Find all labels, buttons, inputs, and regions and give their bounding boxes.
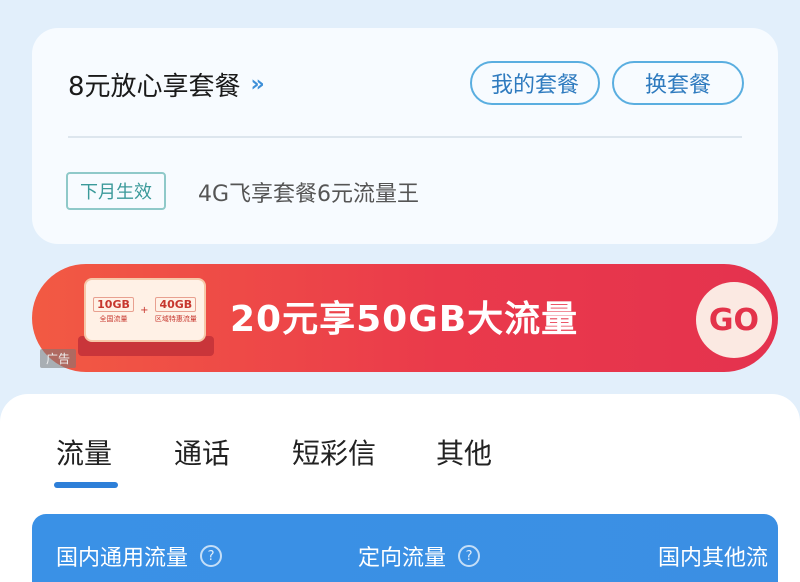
coupon-national-label: 全国流量 <box>99 314 128 323</box>
domestic-general-data: 国内通用流量 ? <box>56 540 223 572</box>
tab-calls[interactable]: 通话 <box>174 432 230 472</box>
domestic-other-data: 国内其他流 <box>658 540 768 572</box>
directed-data: 定向流量 ? <box>358 540 481 572</box>
usage-section: 流量 通话 短彩信 其他 国内通用流量 ? 定向流量 ? 国内其他流 <box>0 394 800 582</box>
coupon-regional-label: 区域特惠流量 <box>154 314 197 323</box>
my-plan-button[interactable]: 我的套餐 <box>470 61 600 105</box>
double-chevron-right-icon: » <box>250 72 265 97</box>
question-circle-icon[interactable]: ? <box>200 545 223 567</box>
directed-data-label: 定向流量 <box>358 546 447 571</box>
current-plan-link[interactable]: 8元放心享套餐 » <box>68 66 265 103</box>
next-month-badge: 下月生效 <box>66 172 166 210</box>
change-plan-button[interactable]: 换套餐 <box>612 61 744 105</box>
next-plan-name: 4G飞享套餐6元流量王 <box>198 182 420 207</box>
coupon-plus: + <box>140 304 149 316</box>
go-button[interactable]: GO <box>696 282 772 358</box>
domestic-other-data-label: 国内其他流 <box>658 546 769 571</box>
tab-other[interactable]: 其他 <box>436 432 492 472</box>
coupon-national-amount: 10GB <box>93 296 134 312</box>
tab-sms[interactable]: 短彩信 <box>292 432 376 472</box>
ad-label: 广告 <box>40 349 77 368</box>
banner-headline: 20元享50GB大流量 <box>230 299 579 340</box>
usage-panel: 国内通用流量 ? 定向流量 ? 国内其他流 <box>32 514 778 582</box>
tab-data[interactable]: 流量 <box>56 432 112 472</box>
plan-card: 8元放心享套餐 » 我的套餐 换套餐 下月生效 4G飞享套餐6元流量王 <box>32 28 778 244</box>
active-tab-indicator <box>54 482 118 488</box>
coupon-graphic: 10GB 全国流量 + 40GB 区域特惠流量 <box>84 278 206 342</box>
current-plan-name: 8元放心享套餐 <box>68 72 241 102</box>
promo-banner[interactable]: 10GB 全国流量 + 40GB 区域特惠流量 20元享50GB大流量 GO <box>32 264 778 372</box>
domestic-general-data-label: 国内通用流量 <box>56 546 189 571</box>
question-circle-icon[interactable]: ? <box>458 545 481 567</box>
coupon-regional-amount: 40GB <box>155 296 197 312</box>
divider <box>68 136 742 138</box>
